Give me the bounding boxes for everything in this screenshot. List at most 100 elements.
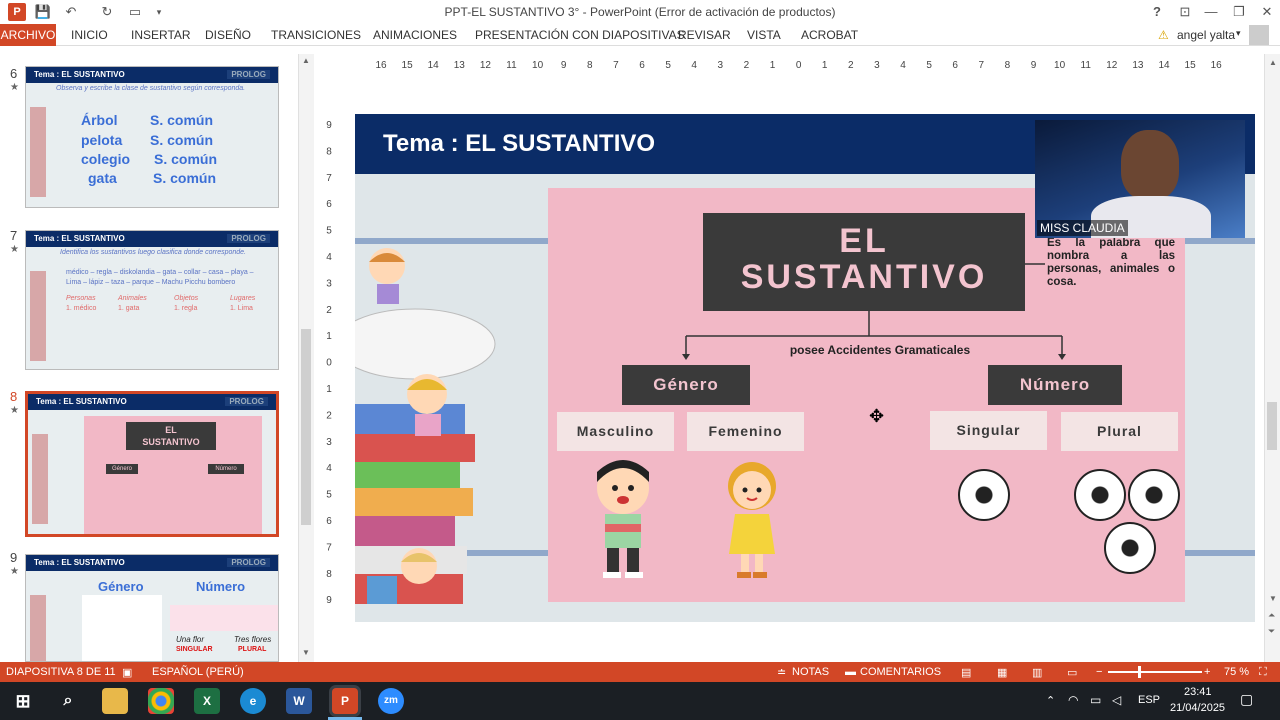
tab-vista[interactable]: VISTA bbox=[747, 28, 781, 42]
thumb-first: 1. Lima bbox=[230, 305, 253, 312]
zoom-app-icon[interactable]: zm bbox=[378, 688, 404, 714]
zoom-out-icon[interactable]: − bbox=[1096, 666, 1102, 678]
comments-icon[interactable]: ▬ bbox=[845, 666, 856, 678]
ruler-tick-label: 12 bbox=[480, 60, 492, 71]
notes-icon[interactable]: ≐ bbox=[777, 666, 786, 679]
singular-box[interactable]: Singular bbox=[930, 411, 1047, 450]
boy-illustration bbox=[597, 460, 649, 578]
numero-box[interactable]: Número bbox=[988, 365, 1122, 405]
zoom-level[interactable]: 75 % bbox=[1224, 666, 1249, 678]
scroll-down-icon[interactable]: ▼ bbox=[1269, 594, 1277, 603]
tab-presentacion[interactable]: PRESENTACIÓN CON DIAPOSITIVAS bbox=[475, 28, 685, 42]
soccer-ball-icon[interactable] bbox=[1074, 469, 1126, 521]
volume-icon[interactable]: ◁ bbox=[1112, 693, 1121, 707]
femenino-box[interactable]: Femenino bbox=[687, 412, 804, 451]
tab-acrobat[interactable]: ACROBAT bbox=[801, 28, 858, 42]
slide-sorter-icon[interactable]: ▦ bbox=[997, 666, 1007, 679]
input-language[interactable]: ESP bbox=[1138, 694, 1160, 706]
ruler-tick-label: 4 bbox=[900, 60, 906, 71]
search-icon[interactable]: ⌕ bbox=[55, 688, 81, 714]
slideshow-icon[interactable]: ▭ bbox=[1067, 666, 1077, 679]
plural-box[interactable]: Plural bbox=[1061, 412, 1178, 451]
masculino-box[interactable]: Masculino bbox=[557, 412, 674, 451]
scroll-thumb[interactable] bbox=[301, 329, 311, 525]
soccer-ball-icon[interactable] bbox=[1128, 469, 1180, 521]
ruler-tick-label: 4 bbox=[691, 60, 697, 71]
slide-counter[interactable]: DIAPOSITIVA 8 DE 11 bbox=[6, 666, 116, 678]
ruler-tick-label: 2 bbox=[848, 60, 854, 71]
boy-image[interactable] bbox=[585, 458, 661, 582]
tab-revisar[interactable]: REVISAR bbox=[678, 28, 731, 42]
windows-start-icon[interactable]: ⊞ bbox=[10, 688, 36, 714]
tray-chevron-icon[interactable]: ⌃ bbox=[1046, 694, 1055, 707]
slide-thumbnail-7[interactable]: Tema : EL SUSTANTIVO PROLOG Identifica lo… bbox=[25, 230, 279, 370]
fit-slide-icon[interactable]: ⛶ bbox=[1259, 666, 1267, 679]
thumb-brand: PROLOG bbox=[225, 397, 268, 406]
notifications-icon[interactable]: ▢ bbox=[1240, 691, 1253, 708]
zoom-slider[interactable] bbox=[1108, 671, 1202, 673]
close-icon[interactable]: ✕ bbox=[1258, 3, 1276, 21]
thumb-main-box: EL SUSTANTIVO bbox=[126, 422, 216, 450]
help-icon[interactable]: ? bbox=[1148, 3, 1166, 21]
clock-date[interactable]: 21/04/2025 bbox=[1170, 702, 1225, 714]
wifi-icon[interactable]: ◠ bbox=[1068, 693, 1078, 707]
scroll-down-icon[interactable]: ▼ bbox=[302, 648, 310, 657]
avatar[interactable] bbox=[1249, 25, 1269, 45]
slide-thumbnail-8[interactable]: Tema : EL SUSTANTIVO PROLOG EL SUSTANTIVO … bbox=[25, 391, 279, 537]
connector-label[interactable]: posee Accidentes Gramaticales bbox=[755, 343, 1005, 357]
horizontal-ruler: 16 15 14 13 12 11 10 9 8 7 6 5 4 3 2 1 0 1 2 3 4 5 6 7 8 9 10 11 12 1… bbox=[375, 60, 1222, 71]
next-slide-icon[interactable]: ⏷ bbox=[1268, 626, 1275, 637]
ruler-tick-label: 1 bbox=[326, 331, 332, 342]
tab-diseno[interactable]: DISEÑO bbox=[205, 28, 251, 42]
tab-transiciones[interactable]: TRANSICIONES bbox=[271, 28, 361, 42]
thumbnails-scrollbar[interactable]: ▲ ▼ bbox=[298, 54, 314, 662]
notes-button[interactable]: NOTAS bbox=[792, 666, 829, 678]
normal-view-icon[interactable]: ▤ bbox=[961, 666, 971, 679]
slide-thumbnail-6[interactable]: Tema : EL SUSTANTIVO PROLOG Observa y esc… bbox=[25, 66, 279, 208]
clock-time[interactable]: 23:41 bbox=[1184, 686, 1212, 698]
ruler-tick-label: 5 bbox=[926, 60, 932, 71]
previous-slide-icon[interactable]: ⏶ bbox=[1268, 610, 1275, 621]
scroll-thumb[interactable] bbox=[1267, 402, 1277, 450]
minimize-icon[interactable]: — bbox=[1202, 3, 1220, 21]
comments-button[interactable]: COMENTARIOS bbox=[860, 666, 941, 678]
ruler-tick-label: 4 bbox=[326, 463, 332, 474]
reading-view-icon[interactable]: ▥ bbox=[1032, 666, 1042, 679]
ruler-tick-label: 16 bbox=[375, 60, 387, 71]
tab-animaciones[interactable]: ANIMACIONES bbox=[373, 28, 457, 42]
thumb-word: Árbol bbox=[81, 112, 118, 128]
ribbon-display-icon[interactable]: ⊡ bbox=[1176, 3, 1194, 21]
scroll-up-icon[interactable]: ▲ bbox=[1269, 58, 1277, 67]
word-icon[interactable]: W bbox=[286, 688, 312, 714]
genero-box[interactable]: Género bbox=[622, 365, 750, 405]
user-name[interactable]: angel yalta bbox=[1177, 28, 1235, 42]
tab-insertar[interactable]: INSERTAR bbox=[131, 28, 191, 42]
ruler-tick-label: 1 bbox=[822, 60, 828, 71]
editor-scrollbar[interactable]: ▲ ▼ ⏶ ⏷ bbox=[1264, 54, 1280, 662]
user-menu-icon[interactable]: ▾ bbox=[1236, 28, 1241, 39]
battery-icon[interactable]: ▭ bbox=[1090, 693, 1101, 707]
zoom-slider-handle[interactable] bbox=[1138, 666, 1141, 678]
girl-image[interactable] bbox=[719, 458, 785, 582]
chrome-icon[interactable] bbox=[148, 688, 174, 714]
tab-inicio[interactable]: INICIO bbox=[71, 28, 108, 42]
spellcheck-icon[interactable]: ▣ bbox=[122, 666, 132, 679]
edge-icon[interactable]: e bbox=[240, 688, 266, 714]
tab-archivo[interactable]: ARCHIVO bbox=[0, 24, 56, 46]
slide-thumbnail-9[interactable]: Tema : EL SUSTANTIVO PROLOG Género Número… bbox=[25, 554, 279, 662]
language-indicator[interactable]: ESPAÑOL (PERÚ) bbox=[152, 666, 244, 678]
ruler-tick-label: 2 bbox=[326, 410, 332, 421]
thumb-type: S. común bbox=[150, 112, 214, 128]
animation-star-icon: ★ bbox=[10, 244, 19, 255]
soccer-ball-icon[interactable] bbox=[1104, 522, 1156, 574]
file-explorer-icon[interactable] bbox=[102, 688, 128, 714]
powerpoint-taskbar-icon[interactable]: P bbox=[332, 688, 358, 714]
restore-icon[interactable]: ❐ bbox=[1230, 3, 1248, 21]
current-slide[interactable]: Tema : EL SUSTANTIVO EL SUSTANTIVO Es la… bbox=[355, 114, 1255, 622]
scroll-up-icon[interactable]: ▲ bbox=[302, 56, 310, 65]
excel-icon[interactable]: X bbox=[194, 688, 220, 714]
soccer-ball-icon[interactable] bbox=[958, 469, 1010, 521]
zoom-in-icon[interactable]: + bbox=[1204, 666, 1210, 678]
ruler-tick-label: 0 bbox=[796, 60, 802, 71]
webcam-overlay[interactable]: MISS CLAUDIA bbox=[1035, 120, 1245, 238]
